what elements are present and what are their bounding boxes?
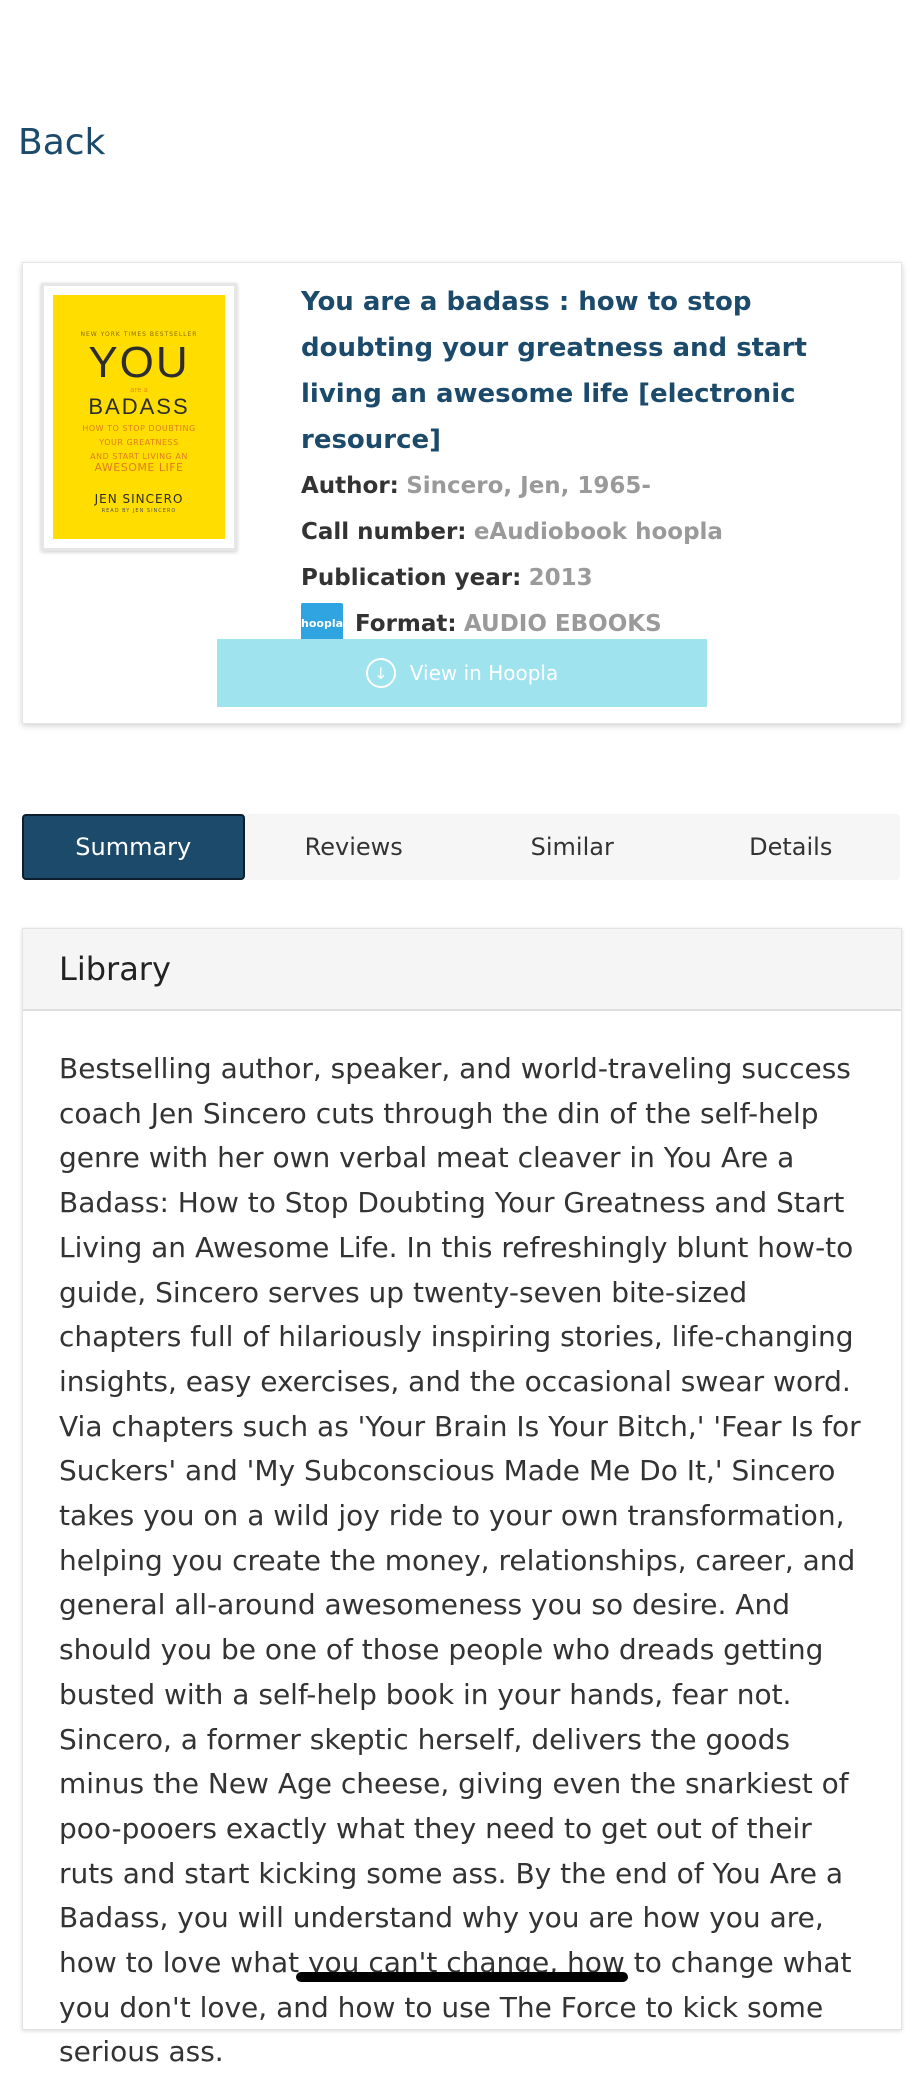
- author-row: Author: Sincero, Jen, 1965-: [301, 463, 871, 509]
- call-number-row: Call number: eAudiobook hoopla: [301, 509, 871, 555]
- summary-panel: Library Bestselling author, speaker, and…: [22, 928, 902, 2068]
- cover-sub-line-1: HOW TO STOP DOUBTING: [82, 424, 196, 433]
- cover-are-a: are a: [130, 386, 148, 394]
- cover-art: NEW YORK TIMES BESTSELLER YOU are a BADA…: [53, 295, 225, 539]
- publication-year-row: Publication year: 2013: [301, 555, 871, 601]
- book-card: NEW YORK TIMES BESTSELLER YOU are a BADA…: [22, 262, 902, 724]
- call-number-label: Call number:: [301, 519, 467, 545]
- cover-awesome: AWESOME LIFE: [94, 461, 184, 474]
- book-title[interactable]: You are a badass : how to stop doubting …: [301, 279, 871, 463]
- detail-tabs: Summary Reviews Similar Details: [22, 814, 900, 880]
- summary-text: Bestselling author, speaker, and world-t…: [59, 1052, 861, 2069]
- cover-read-by: READ BY JEN SINCERO: [101, 508, 177, 514]
- tab-reviews[interactable]: Reviews: [245, 814, 464, 880]
- author-label: Author:: [301, 473, 399, 499]
- tab-details[interactable]: Details: [682, 814, 901, 880]
- cover-you: YOU: [88, 338, 190, 387]
- book-info: You are a badass : how to stop doubting …: [301, 279, 871, 647]
- publication-year-label: Publication year:: [301, 565, 522, 591]
- cover-top-text: NEW YORK TIMES BESTSELLER: [80, 331, 198, 338]
- download-icon: ↓: [365, 658, 396, 688]
- tab-similar[interactable]: Similar: [463, 814, 682, 880]
- cover-sub-line-2: YOUR GREATNESS: [99, 438, 179, 447]
- call-number-value: eAudiobook hoopla: [473, 519, 723, 545]
- view-in-hoopla-button[interactable]: ↓ View in Hoopla: [217, 639, 707, 707]
- cover-badass: BADASS: [88, 394, 190, 419]
- book-cover[interactable]: NEW YORK TIMES BESTSELLER YOU are a BADA…: [41, 283, 237, 551]
- view-in-hoopla-label: View in Hoopla: [409, 661, 559, 685]
- author-value: Sincero, Jen, 1965-: [406, 473, 651, 499]
- cover-author: JEN SINCERO: [94, 492, 184, 506]
- panel-heading: Library: [23, 929, 901, 1011]
- publication-year-value: 2013: [528, 565, 593, 591]
- tab-summary[interactable]: Summary: [22, 814, 245, 880]
- home-indicator[interactable]: [296, 1972, 628, 1982]
- back-link[interactable]: Back: [18, 122, 105, 163]
